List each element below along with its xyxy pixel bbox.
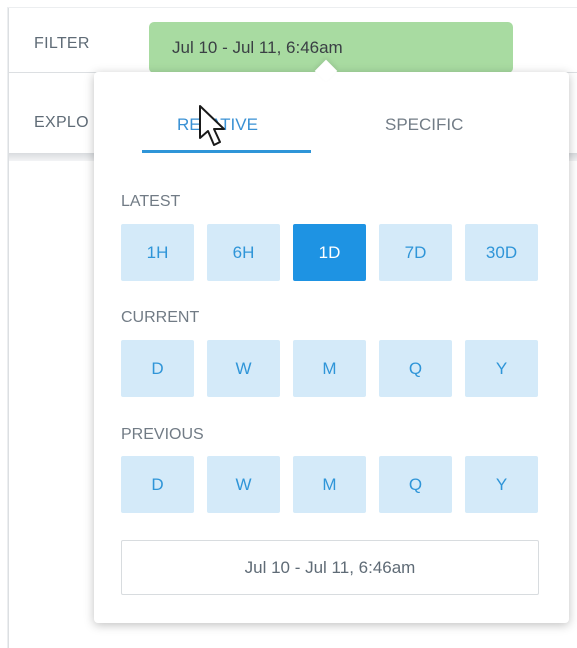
- current-year-button[interactable]: Y: [465, 340, 538, 397]
- selected-range-display: Jul 10 - Jul 11, 6:46am: [121, 540, 539, 595]
- current-week-button[interactable]: W: [207, 340, 280, 397]
- latest-label: LATEST: [121, 193, 181, 210]
- current-quarter-button[interactable]: Q: [379, 340, 452, 397]
- tab-bar: RELATIVE SPECIFIC: [94, 72, 569, 156]
- latest-options: 1H 6H 1D 7D 30D: [121, 224, 538, 281]
- latest-6h-button[interactable]: 6H: [207, 224, 280, 281]
- previous-options: D W M Q Y: [121, 456, 538, 513]
- latest-7d-button[interactable]: 7D: [379, 224, 452, 281]
- latest-30d-button[interactable]: 30D: [465, 224, 538, 281]
- latest-1h-button[interactable]: 1H: [121, 224, 194, 281]
- mouse-pointer-icon: [199, 105, 225, 146]
- current-day-button[interactable]: D: [121, 340, 194, 397]
- previous-week-button[interactable]: W: [207, 456, 280, 513]
- current-month-button[interactable]: M: [293, 340, 366, 397]
- previous-month-button[interactable]: M: [293, 456, 366, 513]
- previous-year-button[interactable]: Y: [465, 456, 538, 513]
- current-options: D W M Q Y: [121, 340, 538, 397]
- tab-specific[interactable]: SPECIFIC: [385, 115, 463, 135]
- latest-1d-button[interactable]: 1D: [293, 224, 366, 281]
- previous-label: PREVIOUS: [121, 426, 204, 443]
- explore-label: EXPLO: [34, 114, 89, 131]
- previous-day-button[interactable]: D: [121, 456, 194, 513]
- filter-label: FILTER: [34, 35, 90, 52]
- current-label: CURRENT: [121, 309, 200, 326]
- date-range-popover: RELATIVE SPECIFIC LATEST 1H 6H 1D 7D 30D…: [94, 59, 569, 623]
- active-tab-indicator: [142, 150, 311, 153]
- previous-quarter-button[interactable]: Q: [379, 456, 452, 513]
